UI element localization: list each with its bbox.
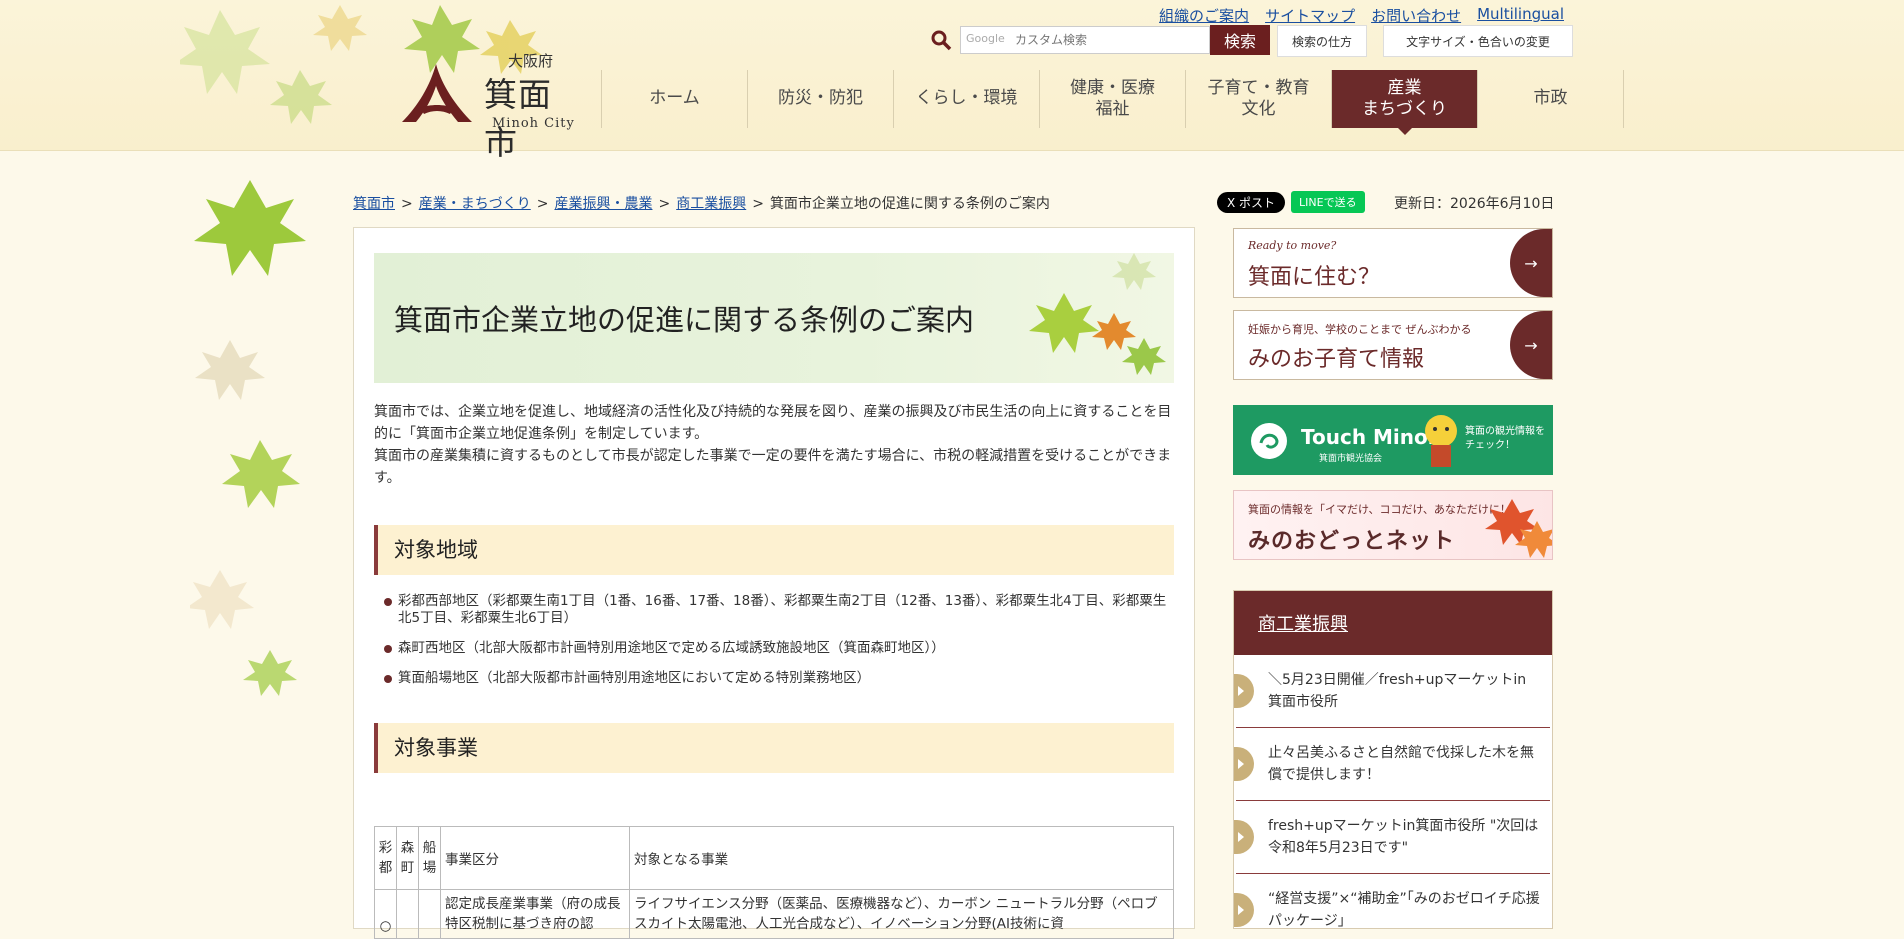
table-row: ○ 認定成長産業事業（府の成長特区税制に基づき府の認 ライフサイエンス分野（医薬… bbox=[374, 889, 1174, 939]
page-title: 箕面市企業立地の促進に関する条例のご案内 bbox=[394, 303, 975, 337]
link-organization[interactable]: 組織のご案内 bbox=[1159, 5, 1249, 26]
nav-government[interactable]: 市政 bbox=[1477, 70, 1624, 128]
breadcrumb-current: 箕面市企業立地の促進に関する条例のご案内 bbox=[769, 196, 1050, 212]
breadcrumb-separator: > bbox=[401, 196, 413, 212]
intro-paragraph: 箕面市の産業集積に資するものとして市長が認定した事業で一定の要件を満たす場合に、… bbox=[374, 448, 1172, 486]
breadcrumb-link-industry[interactable]: 産業・まちづくり bbox=[419, 196, 531, 212]
side-menu-list: ＼5月23日開催／fresh+upマーケットin箕面市役所 止々呂美ふるさと自然… bbox=[1234, 655, 1552, 929]
intro-paragraph: 箕面市では、企業立地を促進し、地域経済の活性化及び持続的な発展を図り、産業の振興… bbox=[374, 404, 1172, 442]
breadcrumb-link-agri[interactable]: 産業振興・農業 bbox=[554, 196, 652, 212]
site-logo[interactable]: 大阪府 箕面市 Minoh City bbox=[400, 48, 580, 162]
side-menu-title-link[interactable]: 商工業振興 bbox=[1258, 610, 1348, 636]
col-header-morimachi: 森町 bbox=[396, 826, 419, 890]
nav-childcare[interactable]: 子育て・教育 文化 bbox=[1185, 70, 1331, 128]
link-contact[interactable]: お問い合わせ bbox=[1371, 5, 1461, 26]
side-menu-item[interactable]: fresh+upマーケットin箕面市役所 "次回は令和8年5月23日です" bbox=[1234, 801, 1550, 874]
banner-title: みのおどっとネット bbox=[1248, 528, 1456, 554]
chevron-right-icon bbox=[1234, 747, 1254, 781]
banner-touch-minoh[interactable]: Touch Minoh 箕面市観光協会 箕面の観光情報を チェック！ bbox=[1233, 405, 1553, 475]
share-buttons: X ポスト LINEで送る bbox=[1217, 191, 1365, 213]
search-bar: Google 検索 bbox=[930, 25, 1270, 55]
banner-title: みのお子育て情報 bbox=[1248, 347, 1425, 372]
side-menu-header: 商工業振興 bbox=[1234, 591, 1552, 655]
table-header-row: 彩都 森町 船場 事業区分 対象となる事業 bbox=[374, 826, 1174, 890]
nav-disaster[interactable]: 防災・防犯 bbox=[747, 70, 893, 128]
banner-title: 箕面に住む？ bbox=[1248, 265, 1381, 290]
nav-living[interactable]: くらし・環境 bbox=[893, 70, 1039, 128]
intro-text: 箕面市では、企業立地を促進し、地域経済の活性化及び持続的な発展を図り、産業の振興… bbox=[374, 401, 1179, 489]
table-cell: ライフサイエンス分野（医薬品、医療機器など）、カーボン ニュートラル分野（ペロブ… bbox=[629, 889, 1174, 939]
banner-caption: 箕面の観光情報を チェック！ bbox=[1465, 426, 1545, 451]
col-header-semba: 船場 bbox=[418, 826, 441, 890]
touch-minoh-logo-icon bbox=[1251, 423, 1287, 459]
breadcrumb: 箕面市 > 産業・まちづくり > 産業振興・農業 > 商工業振興 > 箕面市企業立地の促進に関す… bbox=[353, 193, 1050, 213]
side-menu-item-label: “経営支援”×“補助金”「みのおゼロイチ応援パッケージ」 bbox=[1268, 891, 1540, 929]
banner-subtitle: 妊娠から育児、学校のことまで ぜんぶわかる bbox=[1248, 323, 1472, 336]
chevron-right-icon bbox=[1234, 820, 1254, 854]
side-menu-item[interactable]: “経営支援”×“補助金”「みのおゼロイチ応援パッケージ」 bbox=[1234, 874, 1550, 929]
arrow-right-icon: → bbox=[1510, 311, 1552, 379]
yuzu-mascot-icon bbox=[1425, 415, 1457, 467]
list-item: 箕面船場地区（北部大阪都市計画特別用途地区において定める特別業務地区） bbox=[384, 670, 1169, 687]
main-nav: ホーム 防災・防犯 くらし・環境 健康・医療 福祉 子育て・教育 文化 産業 ま… bbox=[601, 70, 1624, 135]
title-leaves-decoration bbox=[1029, 253, 1166, 375]
col-header-category: 事業区分 bbox=[440, 826, 630, 890]
chevron-right-icon bbox=[1234, 893, 1254, 927]
area-list: 彩都西部地区（彩都粟生南1丁目（1番、16番、17番、18番）、彩都粟生南2丁目… bbox=[384, 593, 1169, 700]
link-multilingual[interactable]: Multilingual bbox=[1477, 5, 1564, 26]
col-header-saito: 彩都 bbox=[374, 826, 397, 890]
updated-date: 更新日：2026年6月10日 bbox=[1394, 196, 1555, 212]
list-item: 彩都西部地区（彩都粟生南1丁目（1番、16番、17番、18番）、彩都粟生南2丁目… bbox=[384, 593, 1169, 627]
x-post-button[interactable]: X ポスト bbox=[1217, 191, 1286, 213]
table-cell bbox=[418, 889, 441, 939]
nav-health[interactable]: 健康・医療 福祉 bbox=[1039, 70, 1185, 128]
minoh-logo-mark bbox=[402, 64, 472, 122]
side-leaves-decoration bbox=[190, 180, 306, 696]
list-item: 森町西地区（北部大阪都市計画特別用途地区で定める広域誘致施設地区（箕面森町地区）… bbox=[384, 640, 1169, 657]
side-menu-item[interactable]: 止々呂美ふるさと自然館で伐採した木を無償で提供します！ bbox=[1234, 728, 1550, 801]
main-content: 箕面市企業立地の促進に関する条例のご案内 箕面市では、企業立地を促進し、地域経済… bbox=[353, 227, 1195, 939]
business-table: 彩都 森町 船場 事業区分 対象となる事業 ○ 認定成長産業事業（府の成長特区税… bbox=[374, 826, 1174, 939]
side-menu-item[interactable]: ＼5月23日開催／fresh+upマーケットin箕面市役所 bbox=[1234, 655, 1550, 728]
page-title-box: 箕面市企業立地の促進に関する条例のご案内 bbox=[374, 253, 1174, 383]
side-menu-item-label: ＼5月23日開催／fresh+upマーケットin箕面市役所 bbox=[1268, 672, 1527, 710]
google-label: Google bbox=[966, 32, 1005, 45]
nav-industry[interactable]: 産業 まちづくり bbox=[1331, 70, 1477, 135]
font-color-button[interactable]: 文字サイズ・色合いの変更 bbox=[1383, 25, 1573, 57]
banner-subtitle: Ready to move? bbox=[1248, 239, 1337, 252]
breadcrumb-link-home[interactable]: 箕面市 bbox=[353, 196, 395, 212]
table-cell: ○ bbox=[374, 889, 397, 939]
side-menu-item-label: fresh+upマーケットin箕面市役所 "次回は令和8年5月23日です" bbox=[1268, 818, 1539, 856]
search-howto-button[interactable]: 検索の仕方 bbox=[1277, 25, 1367, 57]
breadcrumb-separator: > bbox=[752, 196, 764, 212]
search-icon bbox=[931, 30, 952, 51]
breadcrumb-separator: > bbox=[536, 196, 549, 212]
table-cell: 認定成長産業事業（府の成長特区税制に基づき府の認 bbox=[440, 889, 630, 939]
chevron-right-icon bbox=[1234, 674, 1254, 708]
heading-target-area: 対象地域 bbox=[374, 525, 1174, 575]
col-header-target: 対象となる事業 bbox=[629, 826, 1174, 890]
heading-target-business: 対象事業 bbox=[374, 723, 1174, 773]
banner-minoh-dot-net[interactable]: 箕面の情報を「イマだけ、ココだけ、あなただけに！」 みのおどっとネット bbox=[1233, 490, 1553, 560]
arrow-right-icon: → bbox=[1510, 229, 1552, 297]
line-send-button[interactable]: LINEで送る bbox=[1291, 191, 1365, 213]
banner-live-in-minoh[interactable]: Ready to move? 箕面に住む？ → bbox=[1233, 228, 1553, 298]
autumn-leaves-decoration bbox=[1485, 499, 1552, 558]
breadcrumb-link-commerce[interactable]: 商工業振興 bbox=[676, 196, 746, 212]
breadcrumb-separator: > bbox=[658, 196, 671, 212]
utility-nav: 組織のご案内 サイトマップ お問い合わせ Multilingual bbox=[1159, 5, 1564, 26]
banner-subtitle: 箕面市観光協会 bbox=[1319, 454, 1383, 464]
logo-english: Minoh City bbox=[492, 116, 575, 131]
nav-home[interactable]: ホーム bbox=[601, 70, 747, 128]
table-cell bbox=[396, 889, 419, 939]
link-sitemap[interactable]: サイトマップ bbox=[1265, 5, 1355, 26]
site-header: 組織のご案内 サイトマップ お問い合わせ Multilingual Google… bbox=[0, 0, 1904, 162]
side-menu-commerce: 商工業振興 ＼5月23日開催／fresh+upマーケットin箕面市役所 止々呂美… bbox=[1233, 590, 1553, 929]
search-button[interactable]: 検索 bbox=[1210, 25, 1270, 55]
banner-childcare-info[interactable]: 妊娠から育児、学校のことまで ぜんぶわかる みのお子育て情報 → bbox=[1233, 310, 1553, 380]
side-menu-item-label: 止々呂美ふるさと自然館で伐採した木を無償で提供します！ bbox=[1268, 745, 1534, 783]
